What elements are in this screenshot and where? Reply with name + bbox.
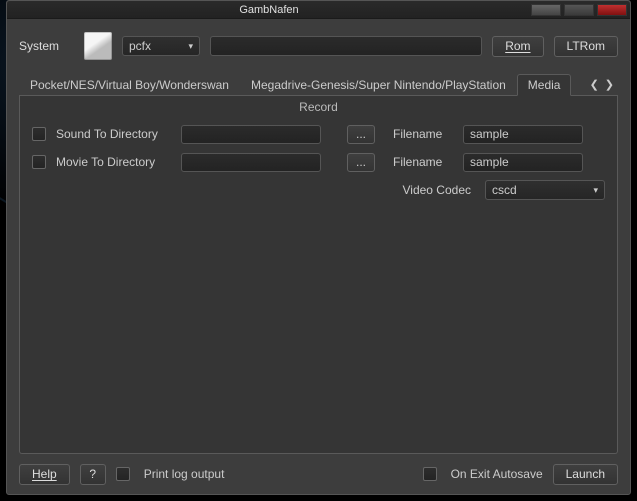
system-label: System bbox=[19, 39, 74, 53]
tab-pocket-nes[interactable]: Pocket/NES/Virtual Boy/Wonderswan bbox=[19, 74, 240, 95]
movie-row: Movie To Directory ... Filename bbox=[32, 148, 605, 176]
movie-label: Movie To Directory bbox=[56, 155, 171, 169]
ltrom-button[interactable]: LTRom bbox=[554, 36, 618, 57]
main-window: GambNafen System pcfx ▾ Rom LTRom Pocket… bbox=[6, 0, 631, 495]
window-title: GambNafen bbox=[7, 4, 531, 16]
tab-megadrive-snes[interactable]: Megadrive-Genesis/Super Nintendo/PlaySta… bbox=[240, 74, 517, 95]
sound-dir-input[interactable] bbox=[181, 125, 321, 144]
system-select[interactable]: pcfx ▾ bbox=[122, 36, 200, 56]
rom-path-field[interactable] bbox=[210, 36, 482, 56]
tab-left-arrow-icon[interactable]: ❮ bbox=[590, 78, 599, 91]
footer: Help ? Print log output On Exit Autosave… bbox=[19, 462, 618, 486]
help-q-button[interactable]: ? bbox=[80, 464, 106, 485]
codec-select-value: cscd bbox=[492, 183, 517, 197]
media-panel: Record Sound To Directory ... Filename M… bbox=[19, 96, 618, 454]
movie-dir-input[interactable] bbox=[181, 153, 321, 172]
sound-browse-button[interactable]: ... bbox=[347, 125, 375, 144]
sound-checkbox[interactable] bbox=[32, 127, 46, 141]
autosave-checkbox[interactable] bbox=[423, 467, 437, 481]
minimize-button[interactable] bbox=[531, 4, 561, 16]
movie-filename-input[interactable] bbox=[463, 153, 583, 172]
movie-filename-label: Filename bbox=[393, 155, 453, 169]
autosave-label: On Exit Autosave bbox=[451, 467, 543, 481]
tab-media[interactable]: Media bbox=[517, 74, 572, 96]
movie-checkbox[interactable] bbox=[32, 155, 46, 169]
system-select-value: pcfx bbox=[129, 39, 151, 53]
system-row: System pcfx ▾ Rom LTRom bbox=[19, 29, 618, 63]
record-title: Record bbox=[32, 100, 605, 114]
close-button[interactable] bbox=[597, 4, 627, 16]
chevron-down-icon: ▾ bbox=[188, 41, 193, 52]
tab-right-arrow-icon[interactable]: ❯ bbox=[605, 78, 614, 91]
sound-filename-label: Filename bbox=[393, 127, 453, 141]
print-log-checkbox[interactable] bbox=[116, 467, 130, 481]
codec-row: Video Codec cscd ▾ bbox=[32, 176, 605, 204]
content-area: System pcfx ▾ Rom LTRom Pocket/NES/Virtu… bbox=[7, 19, 630, 494]
print-log-label: Print log output bbox=[144, 467, 225, 481]
tab-scroll-arrows: ❮ ❯ bbox=[590, 78, 618, 91]
sound-row: Sound To Directory ... Filename bbox=[32, 120, 605, 148]
rom-button[interactable]: Rom bbox=[492, 36, 543, 57]
sound-label: Sound To Directory bbox=[56, 127, 171, 141]
chevron-down-icon: ▾ bbox=[593, 185, 598, 196]
launch-button[interactable]: Launch bbox=[553, 464, 618, 485]
codec-select[interactable]: cscd ▾ bbox=[485, 180, 605, 200]
tab-row: Pocket/NES/Virtual Boy/Wonderswan Megadr… bbox=[19, 73, 618, 95]
sound-filename-input[interactable] bbox=[463, 125, 583, 144]
codec-label: Video Codec bbox=[403, 183, 472, 197]
system-icon bbox=[84, 32, 112, 60]
help-button[interactable]: Help bbox=[19, 464, 70, 485]
titlebar: GambNafen bbox=[7, 1, 630, 19]
movie-browse-button[interactable]: ... bbox=[347, 153, 375, 172]
maximize-button[interactable] bbox=[564, 4, 594, 16]
